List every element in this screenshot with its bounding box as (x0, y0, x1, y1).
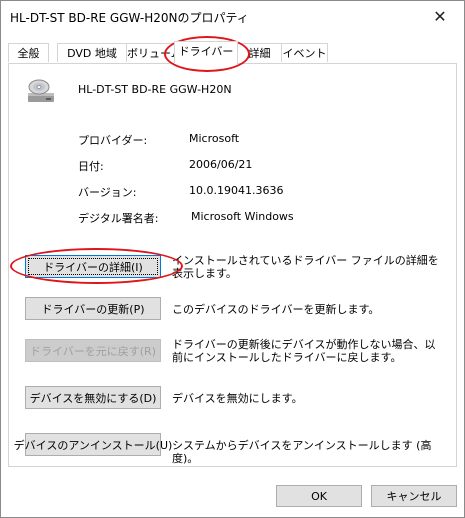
disable-device-button[interactable]: デバイスを無効にする(D) (25, 386, 161, 409)
device-name: HL-DT-ST BD-RE GGW-H20N (78, 83, 232, 96)
tab-strip: 全般 DVD 地域 ボリューム ドライバー 詳細 イベント (8, 41, 458, 64)
tab-volumes[interactable]: ボリューム (126, 43, 176, 62)
provider-value: Microsoft (189, 132, 240, 145)
disable-device-description: デバイスを無効にします。 (172, 392, 303, 405)
ok-button[interactable]: OK (276, 485, 362, 507)
properties-dialog: HL-DT-ST BD-RE GGW-H20Nのプロパティ ✕ 全般 DVD 地… (0, 0, 465, 518)
version-label: バージョン: (78, 186, 137, 199)
uninstall-device-button[interactable]: デバイスのアンインストール(U) (14, 433, 172, 456)
uninstall-device-description: システムからデバイスをアンインストールします (高度)。 (172, 439, 432, 465)
optical-drive-icon (28, 79, 54, 102)
update-driver-description: このデバイスのドライバーを更新します。 (172, 303, 380, 316)
roll-back-driver-description: ドライバーの更新後にデバイスが動作しない場合、以前にインストールしたドライバーに… (172, 338, 436, 364)
roll-back-driver-button[interactable]: ドライバーを元に戻す(R) (25, 339, 161, 362)
tab-dvd-region[interactable]: DVD 地域 (57, 43, 127, 62)
provider-label: プロバイダー: (78, 134, 148, 147)
cancel-button[interactable]: キャンセル (371, 485, 457, 507)
tab-events[interactable]: イベント (281, 43, 328, 62)
tab-driver[interactable]: ドライバー (174, 41, 238, 64)
version-value: 10.0.19041.3636 (189, 184, 284, 197)
driver-details-button[interactable]: ドライバーの詳細(I) (25, 255, 161, 278)
tab-general[interactable]: 全般 (8, 43, 49, 62)
close-icon[interactable]: ✕ (418, 1, 462, 31)
window-title: HL-DT-ST BD-RE GGW-H20Nのプロパティ (10, 11, 249, 25)
update-driver-button[interactable]: ドライバーの更新(P) (25, 297, 161, 320)
driver-details-description: インストールされているドライバー ファイルの詳細を表示します。 (172, 254, 439, 280)
date-label: 日付: (78, 160, 104, 173)
digital-signer-label: デジタル署名者: (78, 212, 159, 225)
digital-signer-value: Microsoft Windows (191, 210, 294, 223)
date-value: 2006/06/21 (189, 158, 253, 171)
tab-details[interactable]: 詳細 (237, 43, 282, 62)
title-bar[interactable]: HL-DT-ST BD-RE GGW-H20Nのプロパティ ✕ (1, 1, 464, 31)
